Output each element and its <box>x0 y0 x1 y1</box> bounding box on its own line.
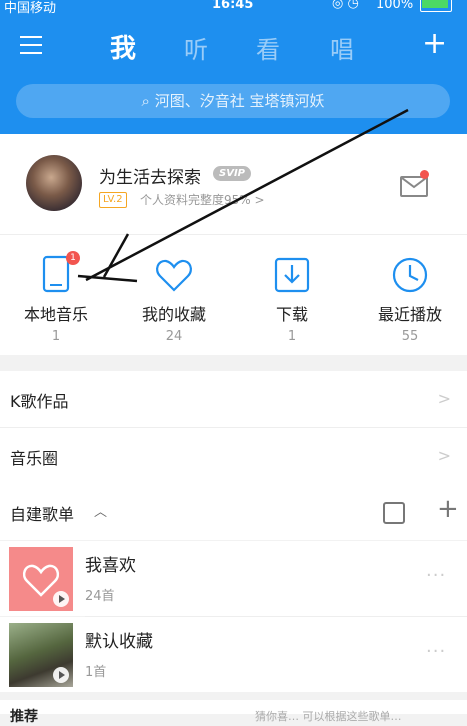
local-music-count: 1 <box>51 329 61 344</box>
chevron-right-icon: > <box>437 446 451 465</box>
more-icon[interactable]: ··· <box>426 641 446 662</box>
favorites-count: 24 <box>165 329 183 344</box>
more-icon[interactable]: ··· <box>426 565 446 586</box>
local-music-label: 本地音乐 <box>23 305 88 324</box>
download-icon-graphic <box>274 257 310 293</box>
playlist-cover <box>9 547 73 611</box>
k-song-label: K歌作品 <box>10 392 69 411</box>
mail-icon[interactable] <box>400 176 428 197</box>
status-icons: ◎ ◷ <box>332 0 359 11</box>
playlist-name: 默认收藏 <box>85 632 153 652</box>
favorites-button[interactable]: 我的收藏 24 <box>124 255 224 344</box>
top-nav: 我 听 看 唱 + <box>0 26 467 68</box>
playlist-count: 24首 <box>85 589 115 604</box>
playlist-cover <box>9 623 73 687</box>
play-icon[interactable] <box>53 591 69 607</box>
download-button[interactable]: 下载 1 <box>242 255 342 344</box>
tab-listen[interactable]: 听 <box>184 30 208 65</box>
playlist-section-title: 自建歌单 <box>10 505 75 524</box>
local-music-badge: 1 <box>66 251 80 265</box>
heart-icon-graphic <box>156 259 192 292</box>
profile-card[interactable]: 为生活去探索 SVIP LV.2 个人资料完整度95% > <box>0 134 467 234</box>
download-label: 下载 <box>275 305 308 324</box>
username: 为生活去探索 <box>99 168 201 188</box>
music-circle-row[interactable]: 音乐圈 > <box>0 428 467 484</box>
playlist-name: 我喜欢 <box>85 556 136 576</box>
recent-play-button[interactable]: 最近播放 55 <box>360 255 460 344</box>
k-song-row[interactable]: K歌作品 > <box>0 371 467 427</box>
app-header: 中国移动 16:45 ◎ ◷ 100% 我 听 看 唱 + ⌕ 河图、汐音社 宝… <box>0 0 467 134</box>
recent-play-label: 最近播放 <box>377 305 442 324</box>
recommend-section-partial: 推荐 猜你喜… 可以根据这些歌单… <box>0 700 467 725</box>
battery-percent: 100% <box>376 0 414 12</box>
recommend-title: 推荐 <box>10 709 38 725</box>
level-badge: LV.2 <box>99 192 127 208</box>
quick-actions: 1 本地音乐 1 我的收藏 24 下载 1 最近播放 55 <box>0 234 467 355</box>
profile-completion[interactable]: 个人资料完整度95% > <box>140 191 265 208</box>
menu-bar-2 <box>20 44 42 46</box>
tab-sing[interactable]: 唱 <box>330 30 354 65</box>
phone-icon-graphic <box>42 255 70 293</box>
time-label: 16:45 <box>212 0 254 12</box>
playlist-section-header: 自建歌单 ︿ + <box>0 484 467 540</box>
carrier-label: 中国移动 <box>4 1 57 16</box>
playlist-count: 1首 <box>85 665 107 680</box>
tab-me[interactable]: 我 <box>110 28 136 65</box>
heart-icon <box>124 255 224 297</box>
play-icon[interactable] <box>53 667 69 683</box>
local-music-button[interactable]: 1 本地音乐 1 <box>6 251 106 344</box>
search-placeholder: 河图、汐音社 宝塔镇河妖 <box>154 92 325 110</box>
clock-icon <box>360 255 460 297</box>
favorites-label: 我的收藏 <box>141 305 206 324</box>
clock-icon-graphic <box>392 257 428 293</box>
battery-icon <box>420 0 452 12</box>
playlist-item[interactable]: 默认收藏 1首 ··· <box>0 617 467 692</box>
menu-bar-3 <box>20 52 42 54</box>
menu-bar-1 <box>20 36 42 38</box>
svip-badge: SVIP <box>213 166 251 181</box>
phone-icon: 1 <box>6 251 106 297</box>
status-bar: 中国移动 16:45 ◎ ◷ 100% <box>0 0 467 16</box>
mail-envelope-graphic <box>402 178 426 189</box>
music-circle-label: 音乐圈 <box>10 449 59 468</box>
download-count: 1 <box>287 329 297 344</box>
search-icon: ⌕ <box>141 92 155 110</box>
chevron-up-icon[interactable]: ︿ <box>94 501 107 520</box>
add-button[interactable]: + <box>422 26 447 62</box>
mail-notification-dot <box>420 170 429 179</box>
search-input[interactable]: ⌕ 河图、汐音社 宝塔镇河妖 <box>16 84 450 118</box>
add-playlist-icon[interactable]: + <box>437 494 459 524</box>
manage-playlists-icon[interactable] <box>383 502 405 524</box>
avatar[interactable] <box>26 155 82 211</box>
tab-watch[interactable]: 看 <box>256 30 280 65</box>
menu-button[interactable] <box>20 36 42 54</box>
recent-play-count: 55 <box>401 329 419 344</box>
recommend-subtitle: 猜你喜… 可以根据这些歌单… <box>255 710 402 723</box>
download-icon <box>242 255 342 297</box>
chevron-right-icon: > <box>437 389 451 408</box>
playlist-item[interactable]: 我喜欢 24首 ··· <box>0 541 467 616</box>
